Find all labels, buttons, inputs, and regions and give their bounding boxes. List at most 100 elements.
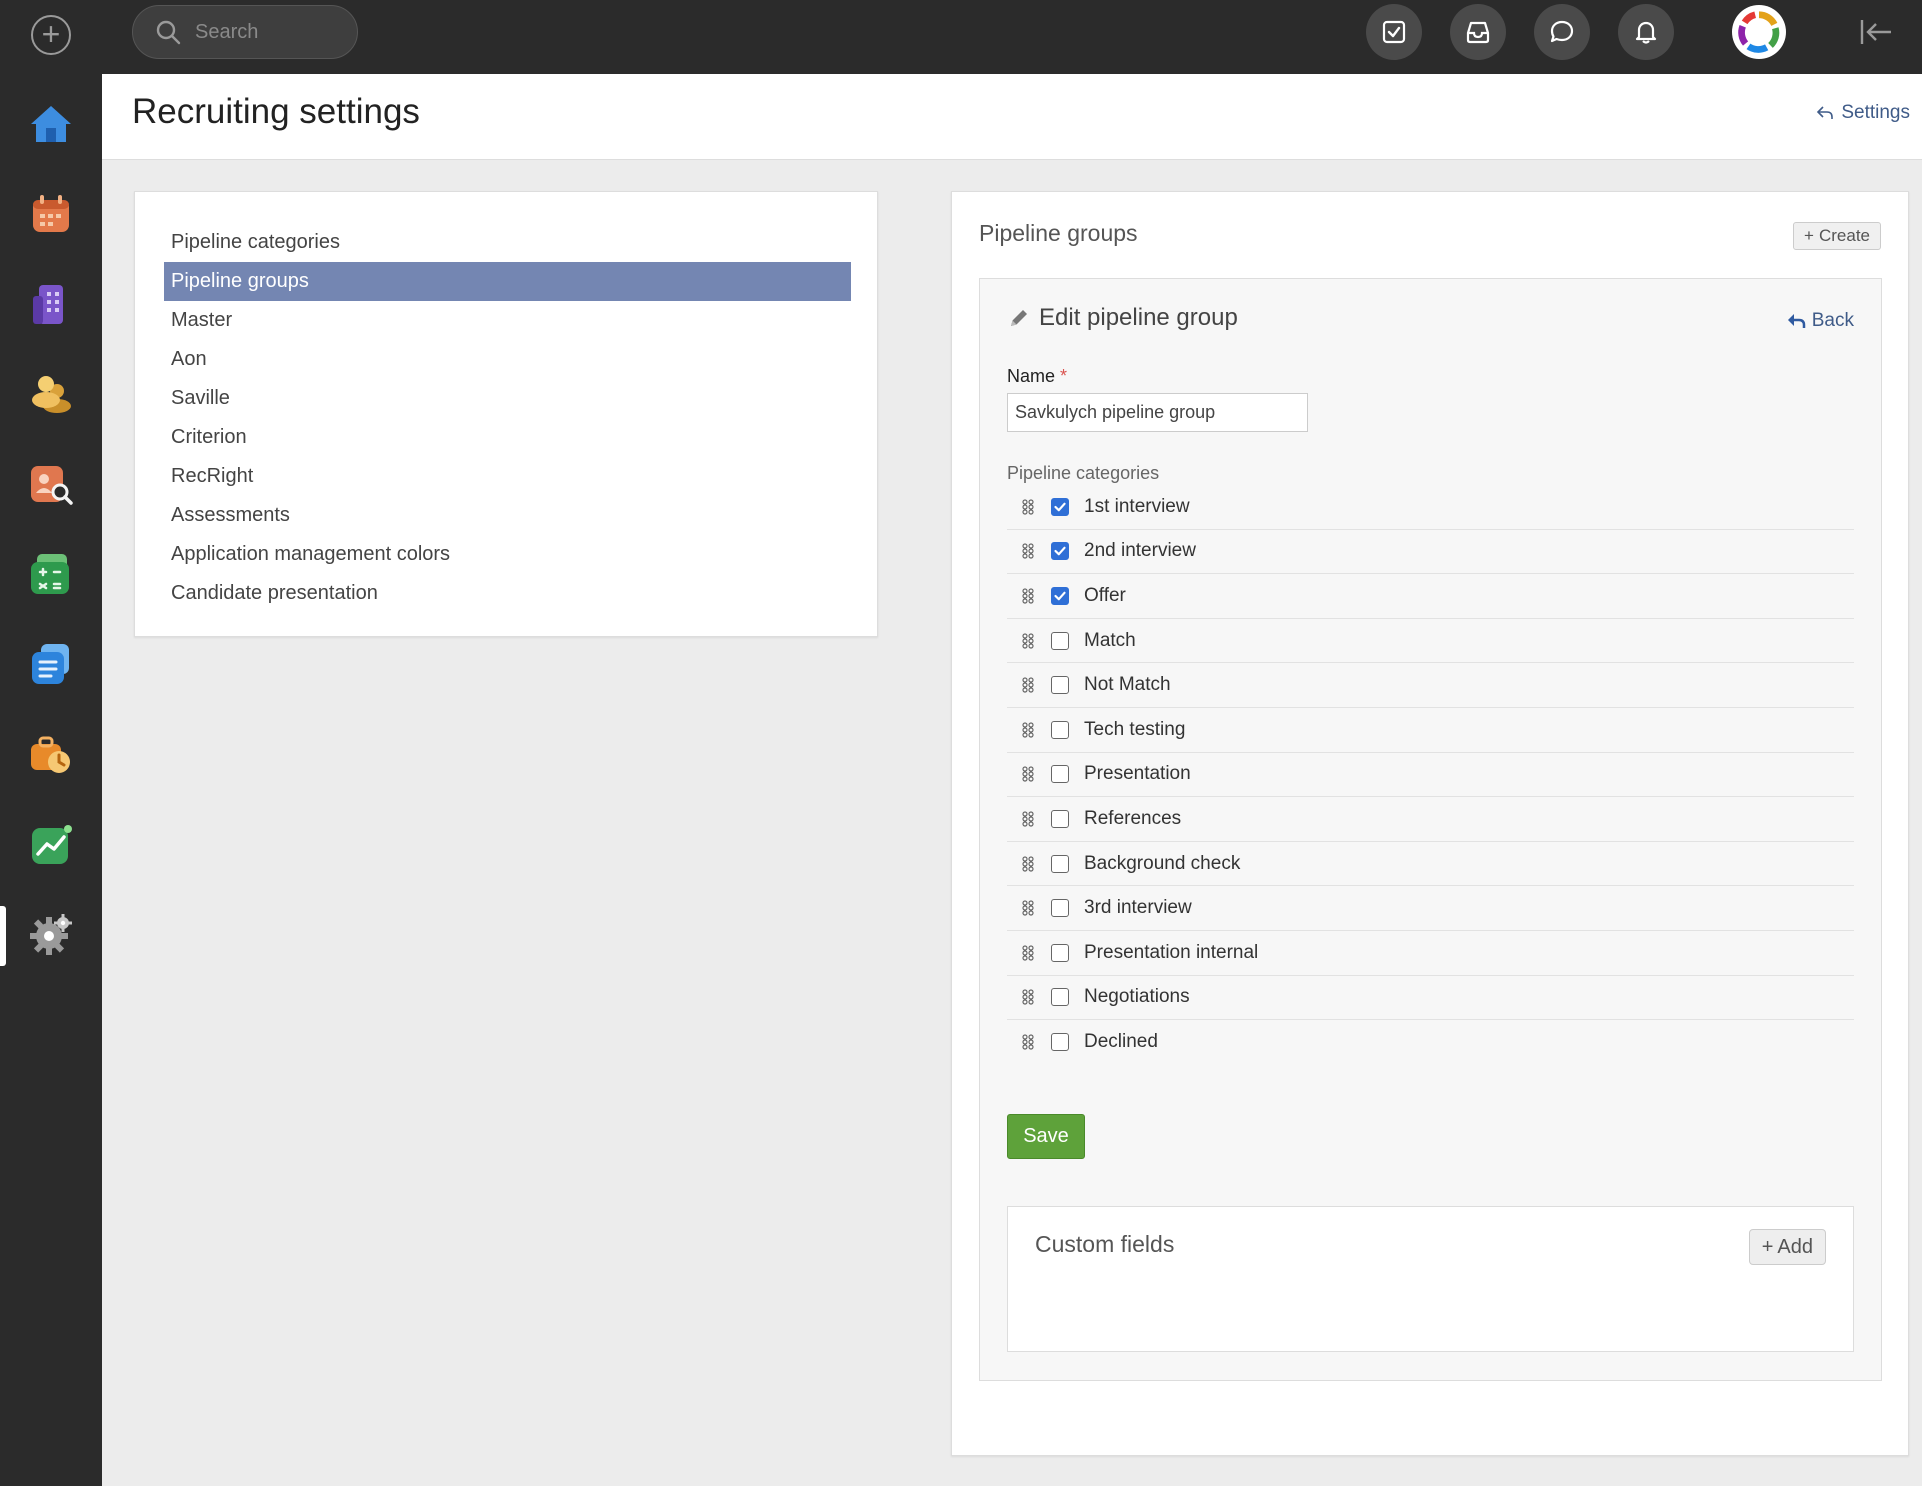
search-box[interactable] — [132, 5, 358, 59]
menu-item-saville[interactable]: Saville — [164, 379, 851, 418]
drag-handle-icon[interactable] — [1022, 900, 1034, 916]
menu-item-pipeline-categories[interactable]: Pipeline categories — [164, 223, 851, 262]
collapse-sidebar-icon[interactable] — [1858, 14, 1894, 50]
menu-item-criterion[interactable]: Criterion — [164, 418, 851, 457]
save-button[interactable]: Save — [1007, 1114, 1085, 1159]
page-title: Recruiting settings — [132, 92, 420, 131]
category-checkbox[interactable] — [1051, 497, 1069, 516]
menu-item-application-management-colors[interactable]: Application management colors — [164, 535, 851, 574]
category-row: 3rd interview — [1007, 886, 1854, 931]
documents-icon[interactable] — [25, 638, 77, 690]
name-label: Name * — [1007, 366, 1067, 387]
left-rail: + — [0, 0, 102, 1486]
category-checkbox[interactable] — [1051, 943, 1069, 962]
required-mark: * — [1060, 366, 1068, 386]
category-checkbox[interactable] — [1051, 899, 1069, 918]
tasks-button[interactable] — [1366, 4, 1422, 60]
search-icon — [156, 20, 181, 45]
drag-handle-icon[interactable] — [1022, 722, 1034, 738]
drag-handle-icon[interactable] — [1022, 1034, 1034, 1051]
pipeline-categories-list: 1st interview 2nd interview Offer Match Not … — [1007, 485, 1854, 1065]
panel-title: Pipeline groups — [979, 220, 1138, 246]
timesheet-icon[interactable] — [25, 728, 77, 780]
category-row: Offer — [1007, 574, 1854, 619]
create-button[interactable]: + Create — [1793, 222, 1881, 250]
name-field[interactable] — [1007, 393, 1308, 432]
edit-title: Edit pipeline group — [1007, 304, 1238, 332]
top-bar — [102, 0, 1922, 74]
category-label: 1st interview — [1084, 495, 1190, 517]
drag-handle-icon[interactable] — [1022, 855, 1034, 872]
drag-handle-icon[interactable] — [1022, 766, 1034, 782]
category-row: Tech testing — [1007, 708, 1854, 753]
category-checkbox[interactable] — [1051, 720, 1069, 739]
menu-item-recright[interactable]: RecRight — [164, 457, 851, 496]
category-row: Not Match — [1007, 663, 1854, 708]
category-row: Declined — [1007, 1020, 1854, 1065]
name-label-text: Name — [1007, 366, 1056, 386]
tasks-icon — [1382, 20, 1406, 44]
drag-handle-icon[interactable] — [1022, 499, 1034, 515]
drag-handle-icon[interactable] — [1022, 677, 1034, 693]
add-button-label: Add — [1777, 1235, 1813, 1258]
home-icon[interactable] — [25, 98, 77, 150]
category-label: 2nd interview — [1084, 540, 1196, 562]
pipeline-groups-panel: Pipeline groups + Create Edit pipeline g… — [951, 191, 1909, 1456]
inbox-icon — [1466, 21, 1490, 44]
edit-pipeline-group-form: Edit pipeline group Back Name * Pipeline… — [979, 278, 1882, 1381]
drag-handle-icon[interactable] — [1022, 989, 1034, 1005]
people-icon[interactable] — [25, 368, 77, 420]
category-checkbox[interactable] — [1051, 586, 1069, 605]
menu-item-master[interactable]: Master — [164, 301, 851, 340]
custom-fields-title: Custom fields — [1035, 1231, 1175, 1257]
candidate-search-icon[interactable] — [25, 458, 77, 510]
drag-handle-icon[interactable] — [1022, 543, 1034, 559]
category-row: Presentation — [1007, 753, 1854, 798]
drag-handle-icon[interactable] — [1022, 588, 1034, 604]
category-checkbox[interactable] — [1051, 1033, 1069, 1052]
calendar-icon[interactable] — [25, 188, 77, 240]
category-label: Presentation — [1084, 763, 1191, 785]
category-checkbox[interactable] — [1051, 676, 1069, 695]
avatar[interactable] — [1732, 5, 1786, 59]
menu-item-assessments[interactable]: Assessments — [164, 496, 851, 535]
settings-menu: Pipeline categories Pipeline groups Mast… — [164, 223, 851, 613]
drag-handle-icon[interactable] — [1022, 811, 1034, 827]
edit-title-label: Edit pipeline group — [1039, 304, 1238, 331]
check-icon — [1054, 591, 1066, 601]
category-checkbox[interactable] — [1051, 542, 1069, 561]
menu-item-candidate-presentation[interactable]: Candidate presentation — [164, 574, 851, 613]
category-checkbox[interactable] — [1051, 765, 1069, 784]
back-link-label: Back — [1811, 310, 1854, 331]
inbox-button[interactable] — [1450, 4, 1506, 60]
back-link[interactable]: Back — [1786, 310, 1854, 332]
menu-item-pipeline-groups[interactable]: Pipeline groups — [164, 262, 851, 301]
notifications-button[interactable] — [1618, 4, 1674, 60]
add-icon[interactable]: + — [31, 15, 71, 55]
category-checkbox[interactable] — [1051, 631, 1069, 650]
pipeline-categories-label: Pipeline categories — [1007, 463, 1160, 483]
category-row: Negotiations — [1007, 976, 1854, 1021]
search-input[interactable] — [195, 20, 335, 44]
category-row: Presentation internal — [1007, 931, 1854, 976]
settings-link[interactable]: Settings — [1815, 102, 1910, 124]
spreadsheet-icon[interactable] — [25, 548, 77, 600]
analytics-icon[interactable] — [25, 818, 77, 870]
check-icon — [1054, 547, 1066, 556]
settings-gear-icon[interactable] — [25, 908, 77, 960]
category-label: Match — [1084, 629, 1136, 651]
building-icon[interactable] — [25, 278, 77, 330]
category-checkbox[interactable] — [1051, 809, 1069, 828]
drag-handle-icon[interactable] — [1022, 945, 1034, 961]
company-logo-icon — [1738, 11, 1780, 53]
chat-button[interactable] — [1534, 4, 1590, 60]
category-label: Declined — [1084, 1031, 1158, 1053]
drag-handle-icon[interactable] — [1022, 632, 1034, 649]
bell-icon — [1635, 21, 1657, 44]
menu-item-aon[interactable]: Aon — [164, 340, 851, 379]
add-custom-field-button[interactable]: + Add — [1748, 1229, 1826, 1265]
category-checkbox[interactable] — [1051, 854, 1069, 873]
category-label: Offer — [1084, 584, 1126, 606]
category-label: 3rd interview — [1084, 897, 1192, 919]
category-checkbox[interactable] — [1051, 988, 1069, 1007]
